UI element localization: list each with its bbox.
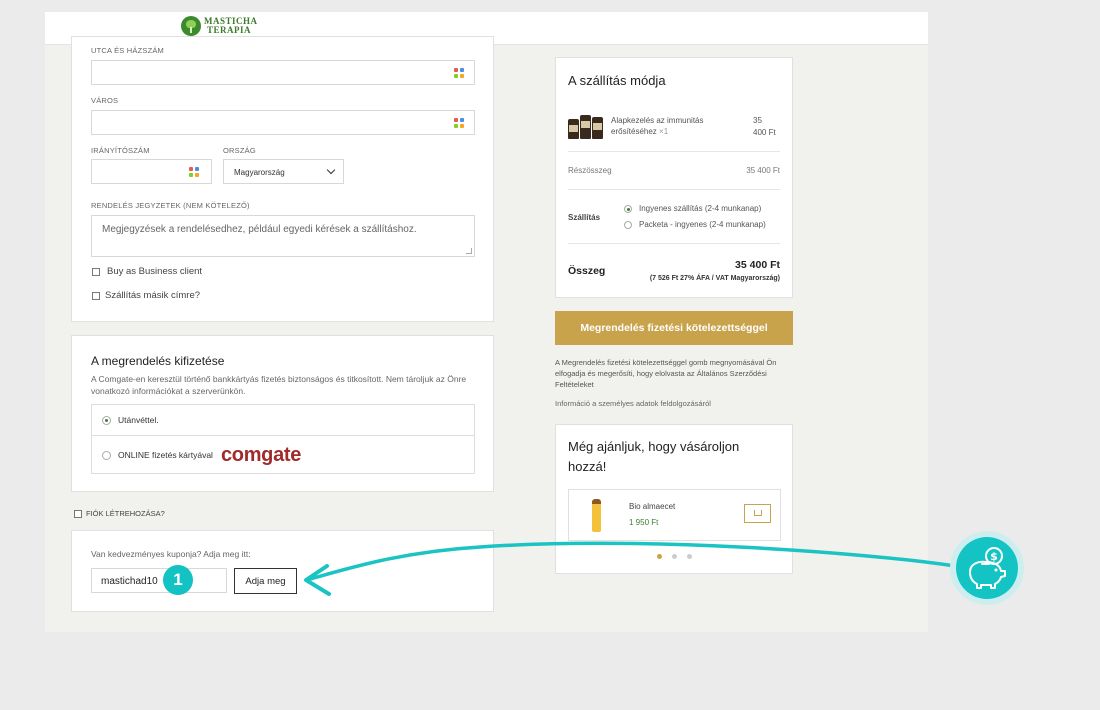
annotation-arrow	[304, 541, 957, 596]
piggy-bank-icon: $	[950, 531, 1024, 605]
svg-text:$: $	[990, 550, 998, 563]
